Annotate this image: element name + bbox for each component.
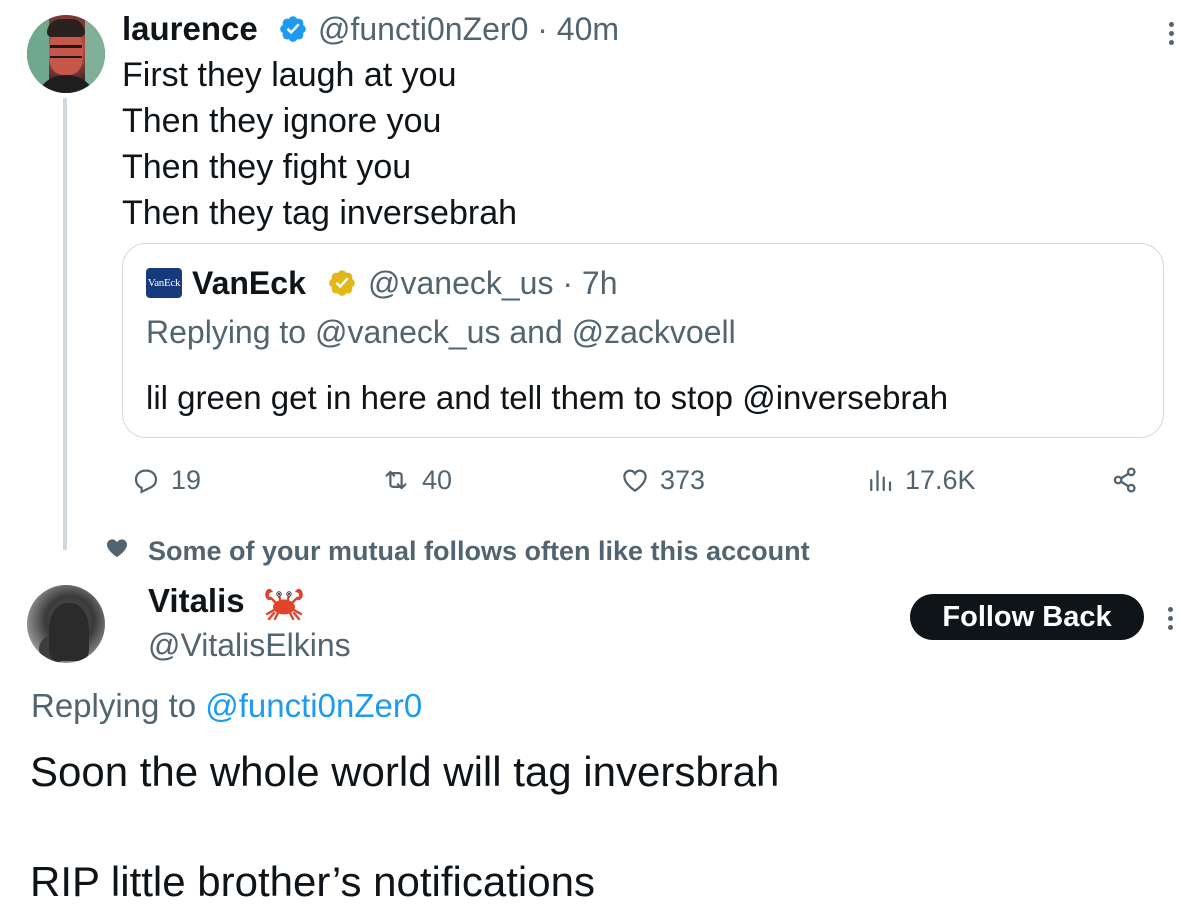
- vaneck-logo[interactable]: VanEck: [146, 268, 182, 298]
- replying-mention-link[interactable]: @functi0nZer0: [205, 687, 422, 724]
- avatar-glasses: [50, 45, 82, 58]
- tweet-text: First they laugh at you Then they ignore…: [122, 52, 517, 236]
- social-context-label: Some of your mutual follows often like t…: [148, 536, 810, 566]
- heart-icon: [623, 469, 647, 492]
- tweet-line: First they laugh at you: [122, 56, 457, 94]
- heart-icon: [107, 539, 127, 558]
- more-options-icon[interactable]: [1169, 22, 1175, 49]
- author-name[interactable]: laurence: [122, 9, 258, 49]
- avatar-bg: [85, 15, 105, 93]
- reply-author-handle[interactable]: @VitalisElkins: [148, 625, 351, 665]
- share-button[interactable]: [1110, 464, 1150, 496]
- retweet-count: 40: [422, 465, 453, 495]
- tweet-line: Then they fight you: [122, 148, 412, 186]
- reply-icon: [134, 469, 158, 494]
- reply-replying-to: Replying to @functi0nZer0: [31, 685, 422, 727]
- retweet-icon: [385, 470, 407, 490]
- avatar-hair: [47, 19, 85, 37]
- like-count: 373: [660, 465, 706, 495]
- reply-text-line: Soon the whole world will tag inversbrah: [30, 748, 780, 795]
- avatar-figure: [49, 603, 89, 661]
- analytics-icon: [870, 470, 892, 492]
- gold-check-badge-icon: [329, 270, 355, 296]
- thread-connector-line: [63, 98, 67, 550]
- reply-button[interactable]: 19: [131, 463, 201, 497]
- avatar-laurence[interactable]: [27, 15, 105, 93]
- reply-author-name[interactable]: Vitalis: [148, 581, 245, 621]
- like-button[interactable]: 373: [620, 463, 705, 497]
- blue-check-badge-icon: [280, 16, 306, 42]
- reply-text-line: RIP little brother’s notifications: [30, 858, 595, 905]
- replying-prefix: Replying to: [31, 687, 206, 724]
- tweet-line: Then they tag inversebrah: [122, 194, 518, 232]
- author-handle-time[interactable]: @functi0nZer0 · 40m: [318, 9, 619, 49]
- avatar-vitalis[interactable]: [27, 585, 105, 663]
- quote-author-handle-time[interactable]: @vaneck_us · 7h: [368, 263, 618, 303]
- quote-tweet-text: lil green get in here and tell them to s…: [146, 379, 949, 416]
- reply-count: 19: [171, 465, 202, 495]
- follow-back-button[interactable]: Follow Back: [910, 594, 1144, 640]
- views-button[interactable]: 17.6K: [865, 463, 976, 497]
- quote-author-name[interactable]: VanEck: [192, 263, 306, 303]
- share-icon: [1113, 467, 1136, 493]
- quote-replying-to: Replying to @vaneck_us and @zackvoell: [146, 314, 736, 350]
- views-count: 17.6K: [905, 465, 976, 495]
- crab-emoji-icon: [265, 588, 303, 621]
- retweet-button[interactable]: 40: [380, 463, 452, 497]
- more-options-icon[interactable]: [1168, 607, 1174, 634]
- tweet-line: Then they ignore you: [122, 102, 442, 140]
